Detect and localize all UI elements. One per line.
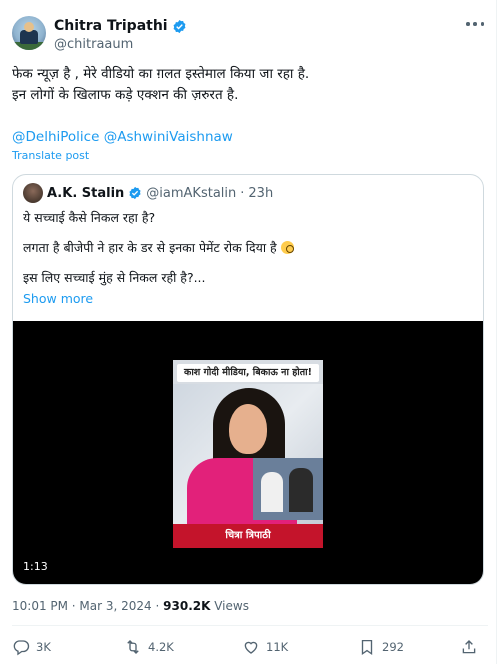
- quote-time: 23h: [248, 185, 274, 201]
- repost-button[interactable]: 4.2K: [124, 638, 174, 656]
- quote-author-handle: @iamAKstalin: [146, 185, 237, 201]
- tweet-text: फेक न्यूज़ है , मेरे वीडियो का ग़लत इस्त…: [12, 64, 488, 148]
- video-caption-top: काश गोदी मीडिया, बिकाऊ ना होता!: [177, 364, 319, 382]
- quoted-tweet[interactable]: A.K. Stalin @iamAKstalin · 23h ये सच्चाई…: [12, 174, 484, 585]
- like-button[interactable]: 11K: [242, 638, 288, 656]
- views-label: Views: [210, 599, 249, 613]
- video-thumbnail: काश गोदी मीडिया, बिकाऊ ना होता! चित्रा त…: [173, 360, 323, 548]
- reply-icon: [13, 640, 30, 656]
- tweet-meta: 10:01 PM · Mar 3, 2024 · 930.2K Views: [12, 599, 249, 613]
- thinking-face-icon: [280, 241, 294, 254]
- more-options-icon[interactable]: [466, 22, 484, 28]
- bookmark-count: 292: [382, 640, 404, 654]
- quote-author-avatar: [23, 183, 43, 203]
- mention-delhipolice[interactable]: @DelhiPolice: [12, 129, 99, 145]
- verified-badge-icon: [129, 186, 141, 200]
- divider: [12, 625, 488, 626]
- tweet-header: Chitra Tripathi @chitraaum: [12, 16, 490, 56]
- quote-separator: ·: [240, 185, 245, 201]
- author-handle[interactable]: @chitraaum: [54, 37, 133, 52]
- tweet-line-1: फेक न्यूज़ है , मेरे वीडियो का ग़लत इस्त…: [12, 66, 310, 82]
- video-inset-image: [253, 458, 323, 520]
- share-icon: [462, 640, 476, 654]
- quote-text: ये सच्चाई कैसे निकल रहा है? लगता है बीजे…: [23, 209, 473, 299]
- video-duration: 1:13: [23, 560, 48, 573]
- author-name[interactable]: Chitra Tripathi: [54, 18, 168, 34]
- translate-post-link[interactable]: Translate post: [12, 149, 89, 162]
- quote-line-3: इस लिए सच्चाई मुंह से निकल रही है?...: [23, 270, 206, 285]
- author-avatar[interactable]: [12, 16, 46, 50]
- verified-badge-icon: [173, 19, 186, 33]
- video-player[interactable]: काश गोदी मीडिया, बिकाऊ ना होता! चित्रा त…: [13, 321, 483, 584]
- heart-icon: [244, 641, 258, 654]
- video-caption-bottom: चित्रा त्रिपाठी: [173, 524, 323, 548]
- tweet-mentions: @DelhiPolice @AshwiniVaishnaw: [12, 127, 488, 148]
- reply-button[interactable]: 3K: [12, 638, 51, 656]
- quote-line-1: ये सच्चाई कैसे निकल रहा है?: [23, 210, 156, 225]
- repost-count: 4.2K: [148, 640, 174, 654]
- mention-ashwinivaishnaw[interactable]: @AshwiniVaishnaw: [104, 129, 233, 145]
- like-count: 11K: [266, 640, 289, 654]
- quote-author-name: A.K. Stalin: [47, 185, 125, 201]
- action-bar: 3K 4.2K 11K 292: [12, 638, 478, 660]
- author-name-row: Chitra Tripathi: [54, 18, 187, 34]
- share-button[interactable]: [460, 638, 478, 656]
- bookmark-icon: [361, 639, 373, 656]
- show-more-link[interactable]: Show more: [23, 291, 93, 306]
- quote-header: A.K. Stalin @iamAKstalin · 23h: [23, 183, 273, 203]
- views-count: 930.2K: [163, 599, 211, 613]
- repost-icon: [127, 640, 139, 654]
- bookmark-button[interactable]: 292: [358, 638, 404, 656]
- tweet-timestamp[interactable]: 10:01 PM · Mar 3, 2024 ·: [12, 599, 163, 613]
- tweet-detail: Chitra Tripathi @chitraaum फेक न्यूज़ है…: [0, 0, 497, 664]
- tweet-line-2: इन लोगों के खिलाफ कड़े एक्शन की ज़रुरत ह…: [12, 87, 239, 103]
- reply-count: 3K: [36, 640, 51, 654]
- quote-line-2: लगता है बीजेपी ने हार के डर से इनका पेमे…: [23, 239, 473, 257]
